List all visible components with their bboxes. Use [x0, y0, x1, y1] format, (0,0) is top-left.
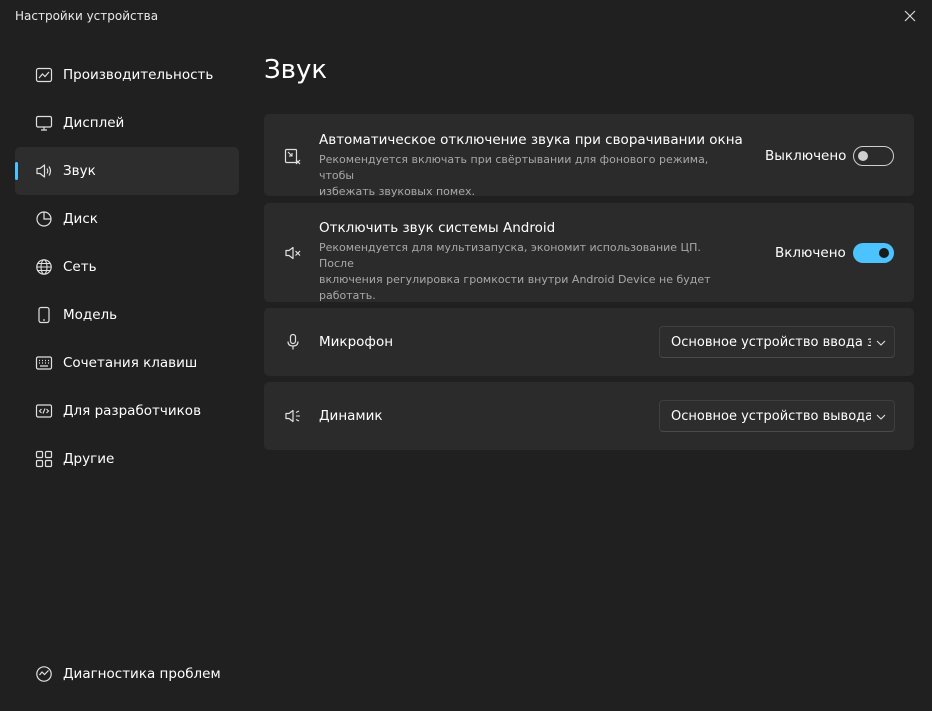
speaker-icon	[35, 162, 53, 180]
sidebar-item-label: Диск	[63, 211, 98, 227]
sidebar-item-label: Сочетания клавиш	[63, 355, 198, 371]
disk-icon	[35, 210, 53, 228]
description-line: избежать звуковых помех.	[319, 185, 475, 198]
sidebar-item-diagnostics[interactable]: Диагностика проблем	[15, 650, 239, 698]
globe-icon	[35, 258, 53, 276]
sidebar-item-model[interactable]: Модель	[15, 291, 239, 339]
sidebar-item-label: Дисплей	[63, 115, 125, 131]
auto-mute-toggle[interactable]	[853, 146, 894, 166]
diagnostics-icon	[35, 665, 53, 683]
description-line: работать.	[319, 289, 376, 302]
android-mute-state: Включено	[775, 245, 846, 261]
speaker-select-value: Основное устройство вывода звука	[671, 409, 871, 424]
grid-icon	[35, 450, 53, 468]
display-icon	[35, 114, 53, 132]
sidebar-item-shortcuts[interactable]: Сочетания клавиш	[15, 339, 239, 387]
phone-icon	[35, 306, 53, 324]
sidebar-item-display[interactable]: Дисплей	[15, 99, 239, 147]
close-button[interactable]	[896, 4, 924, 28]
settings-window: Настройки устройства Производительность …	[0, 0, 932, 711]
sidebar-item-label: Другие	[63, 451, 115, 467]
chevron-down-icon	[876, 414, 886, 420]
microphone-title: Микрофон	[319, 334, 394, 350]
sidebar-item-other[interactable]: Другие	[15, 435, 239, 483]
description-line: Рекомендуется для мультизапуска, экономи…	[319, 241, 701, 270]
speaker-title: Динамик	[319, 408, 383, 424]
auto-mute-card: Автоматическое отключение звука при свор…	[264, 114, 914, 198]
page-title: Звук	[264, 55, 328, 85]
description-line: включения регулировка громкости внутри A…	[319, 273, 711, 286]
speaker-select[interactable]: Основное устройство вывода звука	[659, 400, 895, 432]
microphone-card: Микрофон Основное устройство ввода звука	[264, 308, 914, 376]
sidebar-item-network[interactable]: Сеть	[15, 243, 239, 291]
speaker-icon	[284, 407, 302, 425]
android-mute-title: Отключить звук системы Android	[319, 220, 556, 236]
sidebar-item-label: Производительность	[63, 67, 214, 83]
android-mute-card: Отключить звук системы Android Рекоменду…	[264, 203, 914, 302]
sidebar-item-label: Диагностика проблем	[63, 666, 221, 682]
sidebar-item-label: Для разработчиков	[63, 403, 202, 419]
description-line: Рекомендуется включать при свёртывании д…	[319, 153, 709, 182]
code-icon	[35, 402, 53, 420]
title-bar: Настройки устройства	[0, 0, 932, 32]
window-title: Настройки устройства	[15, 9, 159, 23]
toggle-knob	[879, 248, 889, 258]
sidebar-item-label: Сеть	[63, 259, 97, 275]
auto-mute-description: Рекомендуется включать при свёртывании д…	[319, 152, 739, 200]
sidebar-item-developers[interactable]: Для разработчиков	[15, 387, 239, 435]
speaker-card: Динамик Основное устройство вывода звука	[264, 382, 914, 450]
microphone-icon	[284, 333, 302, 351]
microphone-select-value: Основное устройство ввода звука	[671, 335, 871, 350]
minimize-mute-icon	[284, 148, 302, 166]
sidebar: Производительность Дисплей Звук Диск Сет…	[15, 51, 239, 483]
performance-icon	[35, 66, 53, 84]
sidebar-item-disk[interactable]: Диск	[15, 195, 239, 243]
close-icon	[904, 10, 916, 22]
sidebar-item-label: Звук	[63, 163, 96, 179]
auto-mute-title: Автоматическое отключение звука при свор…	[319, 132, 743, 148]
sidebar-item-sound[interactable]: Звук	[15, 147, 239, 195]
android-mute-toggle[interactable]	[853, 243, 894, 263]
sidebar-item-performance[interactable]: Производительность	[15, 51, 239, 99]
sidebar-item-label: Модель	[63, 307, 118, 323]
android-mute-description: Рекомендуется для мультизапуска, экономи…	[319, 240, 739, 304]
chevron-down-icon	[876, 340, 886, 346]
auto-mute-state: Выключено	[765, 148, 847, 164]
speaker-muted-icon	[284, 244, 302, 262]
microphone-select[interactable]: Основное устройство ввода звука	[659, 326, 895, 358]
keyboard-icon	[35, 354, 53, 372]
toggle-knob	[858, 151, 868, 161]
